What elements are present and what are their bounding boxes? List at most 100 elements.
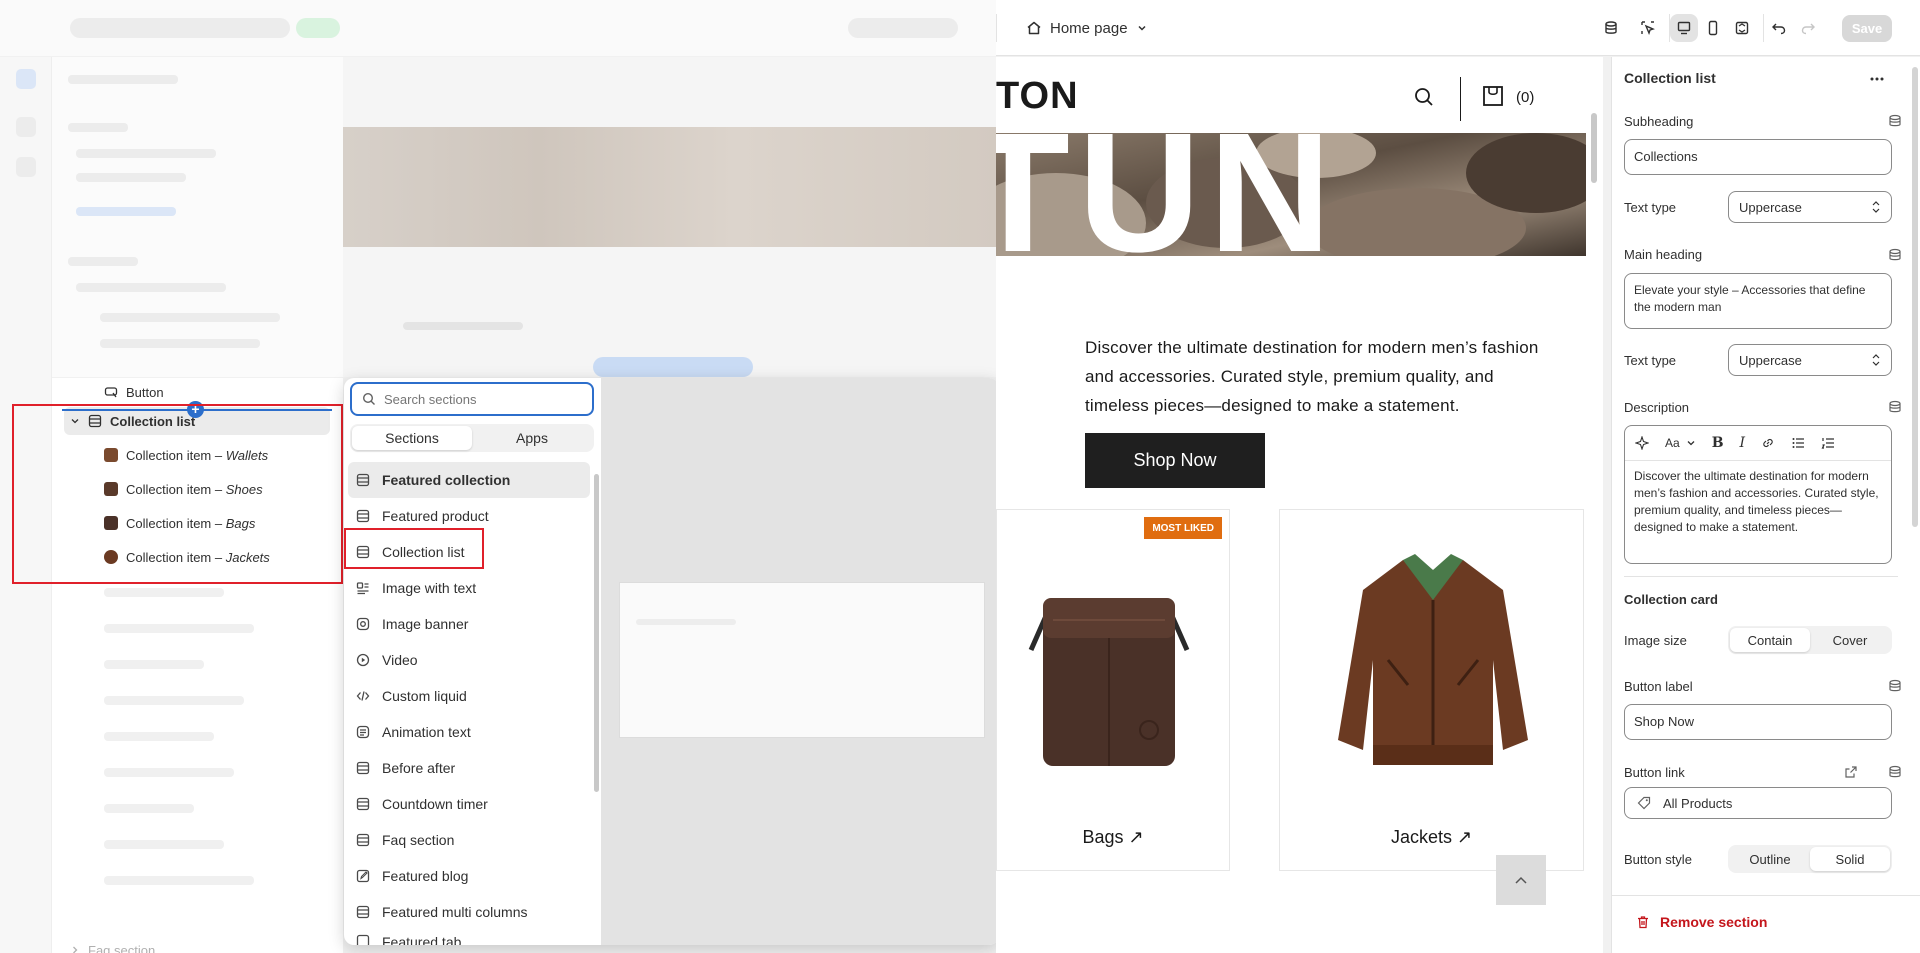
font-style-dropdown[interactable]: Aa bbox=[1665, 436, 1696, 450]
button-label-field[interactable]: Shop Now bbox=[1624, 704, 1892, 740]
top-bar-faded-area bbox=[0, 0, 996, 56]
faded-placeholder bbox=[104, 876, 254, 885]
section-option-before-after[interactable]: Before after bbox=[348, 750, 590, 786]
collection-card-label: Bags ↗ bbox=[1082, 827, 1144, 847]
faded-placeholder bbox=[76, 149, 216, 158]
more-options-icon[interactable] bbox=[1869, 71, 1885, 87]
search-icon[interactable] bbox=[1414, 87, 1434, 107]
external-link-icon[interactable] bbox=[1844, 765, 1858, 779]
tab-apps[interactable]: Apps bbox=[472, 426, 592, 450]
sections-scrollbar[interactable] bbox=[594, 462, 599, 942]
mobile-view-button[interactable] bbox=[1699, 14, 1727, 42]
section-option-label: Animation text bbox=[382, 724, 471, 740]
section-option-faq-section[interactable]: Faq section bbox=[348, 822, 590, 858]
section-icon bbox=[356, 761, 370, 775]
section-option-label: Featured multi columns bbox=[382, 904, 528, 920]
bold-button[interactable]: B bbox=[1712, 435, 1724, 451]
section-tabs: Sections Apps bbox=[350, 424, 594, 452]
collection-card-bags[interactable]: MOST LIKED Bags ↗ bbox=[996, 509, 1230, 871]
full-width-view-button[interactable] bbox=[1728, 14, 1756, 42]
dynamic-source-icon[interactable] bbox=[1888, 114, 1902, 128]
redo-button[interactable] bbox=[1794, 14, 1822, 42]
section-option-image-banner[interactable]: Image banner bbox=[348, 606, 590, 642]
database-icon-button[interactable] bbox=[1597, 14, 1625, 42]
cart-icon[interactable] bbox=[1482, 85, 1504, 107]
rich-text-toolbar: Aa B I bbox=[1624, 425, 1892, 461]
section-preview-pane bbox=[601, 378, 999, 945]
tree-item-button[interactable]: Button bbox=[104, 378, 164, 406]
description-editor[interactable]: Discover the ultimate destination for mo… bbox=[1624, 460, 1892, 564]
settings-scrollbar[interactable] bbox=[1912, 67, 1918, 527]
play-icon bbox=[356, 653, 370, 667]
faded-placeholder bbox=[104, 732, 214, 741]
search-icon bbox=[362, 392, 375, 405]
image-icon bbox=[356, 617, 370, 631]
divider bbox=[1763, 14, 1764, 42]
section-option-animation-text[interactable]: Animation text bbox=[348, 714, 590, 750]
main-heading-label: Main heading bbox=[1624, 247, 1703, 262]
store-logo[interactable]: TON bbox=[996, 75, 1079, 118]
tree-item-label: Faq section bbox=[88, 942, 156, 953]
collection-card-jackets[interactable]: Jackets ↗ bbox=[1279, 509, 1584, 871]
section-option-featured-tab[interactable]: Featured tab bbox=[348, 930, 590, 945]
settings-title: Collection list bbox=[1624, 70, 1716, 86]
faded-placeholder bbox=[100, 339, 260, 348]
back-to-top-button[interactable] bbox=[1496, 855, 1546, 905]
text-type-value: Uppercase bbox=[1739, 352, 1802, 368]
faded-sidebar bbox=[52, 57, 343, 377]
section-option-label: Featured collection bbox=[382, 472, 511, 488]
main-heading-field[interactable]: Elevate your style – Accessories that de… bbox=[1624, 273, 1892, 329]
scrollbar-thumb[interactable] bbox=[1591, 113, 1597, 183]
section-option-label: Custom liquid bbox=[382, 688, 467, 704]
page-selector[interactable]: Home page bbox=[1026, 16, 1148, 40]
inspector-button[interactable] bbox=[1634, 14, 1662, 42]
save-button[interactable]: Save bbox=[1842, 15, 1892, 42]
preview-scrollbar[interactable] bbox=[1590, 63, 1598, 943]
faded-placeholder bbox=[104, 660, 204, 669]
remove-section-button[interactable]: Remove section bbox=[1636, 914, 1767, 930]
section-option-featured-collection[interactable]: Featured collection bbox=[348, 462, 590, 498]
link-icon[interactable] bbox=[1761, 436, 1775, 450]
section-option-featured-multi-columns[interactable]: Featured multi columns bbox=[348, 894, 590, 930]
section-icon bbox=[356, 509, 370, 523]
top-bar: Home page Save bbox=[0, 0, 1920, 56]
image-size-contain[interactable]: Contain bbox=[1730, 628, 1810, 652]
subheading-field[interactable]: Collections bbox=[1624, 139, 1892, 175]
collection-card-title: Collection card bbox=[1624, 592, 1718, 607]
numbered-list-icon[interactable] bbox=[1821, 436, 1835, 450]
bullet-list-icon[interactable] bbox=[1791, 436, 1805, 450]
undo-button[interactable] bbox=[1765, 14, 1793, 42]
search-sections-box[interactable] bbox=[350, 382, 594, 416]
database-icon bbox=[1605, 21, 1617, 34]
italic-button[interactable]: I bbox=[1740, 435, 1746, 451]
section-option-custom-liquid[interactable]: Custom liquid bbox=[348, 678, 590, 714]
button-style-outline[interactable]: Outline bbox=[1730, 847, 1810, 871]
desktop-view-button[interactable] bbox=[1670, 14, 1698, 42]
tab-sections[interactable]: Sections bbox=[352, 426, 472, 450]
button-style-solid[interactable]: Solid bbox=[1810, 847, 1890, 871]
add-section-popup: Sections Apps Featured collection Featur… bbox=[344, 378, 999, 945]
section-option-label: Image with text bbox=[382, 580, 477, 596]
text-type-select-2[interactable]: Uppercase bbox=[1728, 344, 1892, 376]
sparkle-icon[interactable] bbox=[1635, 436, 1649, 450]
undo-icon bbox=[1772, 23, 1786, 35]
section-option-featured-blog[interactable]: Featured blog bbox=[348, 858, 590, 894]
dynamic-source-icon[interactable] bbox=[1888, 400, 1902, 414]
dynamic-source-icon[interactable] bbox=[1888, 679, 1902, 693]
tree-item-label: Button bbox=[126, 384, 164, 400]
button-link-field[interactable]: All Products bbox=[1624, 787, 1892, 819]
section-option-video[interactable]: Video bbox=[348, 642, 590, 678]
image-size-cover[interactable]: Cover bbox=[1810, 628, 1890, 652]
button-label-label: Button label bbox=[1624, 679, 1693, 694]
section-option-image-with-text[interactable]: Image with text bbox=[348, 570, 590, 606]
tree-item-faq-section[interactable]: Faq section bbox=[70, 936, 155, 953]
page-selector-label: Home page bbox=[1050, 19, 1128, 37]
search-sections-input[interactable] bbox=[384, 391, 584, 407]
scrollbar-thumb[interactable] bbox=[594, 474, 599, 792]
faded-placeholder bbox=[100, 313, 280, 322]
text-type-select[interactable]: Uppercase bbox=[1728, 191, 1892, 223]
shop-now-button[interactable]: Shop Now bbox=[1085, 433, 1265, 488]
section-option-countdown-timer[interactable]: Countdown timer bbox=[348, 786, 590, 822]
dynamic-source-icon[interactable] bbox=[1888, 765, 1902, 779]
dynamic-source-icon[interactable] bbox=[1888, 248, 1902, 262]
